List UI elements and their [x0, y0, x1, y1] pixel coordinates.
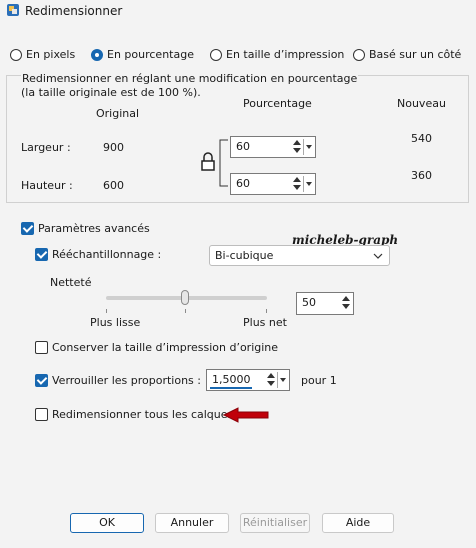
dropdown-arrow-icon[interactable] — [303, 176, 314, 192]
keep-print-size-label: Conserver la taille d’impression d’origi… — [52, 341, 279, 354]
advanced-label: Paramètres avancés — [38, 222, 150, 235]
ratio-suffix: pour 1 — [301, 374, 337, 387]
height-percent-value[interactable]: 60 — [236, 177, 250, 190]
slider-max-label: Plus net — [243, 316, 287, 329]
radio-label: En taille d’impression — [226, 48, 345, 61]
lock-icon[interactable] — [200, 134, 230, 192]
width-label: Largeur : — [21, 141, 71, 154]
ratio-value[interactable]: 1,5000 — [212, 373, 251, 386]
resample-label: Rééchantillonnage : — [52, 248, 162, 261]
group-description-line2: (la taille originale est de 100 %). — [21, 86, 201, 99]
lock-ratio-checkbox[interactable] — [35, 374, 48, 387]
chevron-down-icon[interactable] — [373, 252, 383, 260]
slider-tick — [266, 309, 267, 313]
window-title: Redimensionner — [25, 4, 123, 18]
resample-value: Bi-cubique — [215, 249, 274, 262]
radio-button[interactable] — [210, 49, 222, 61]
red-arrow-icon — [222, 407, 269, 423]
title-bar: Redimensionner — [0, 0, 476, 26]
spin-arrows-icon[interactable] — [266, 371, 276, 389]
header-new: Nouveau — [397, 97, 446, 110]
radio-button-selected[interactable] — [91, 49, 103, 61]
slider-tick — [106, 309, 107, 313]
height-original: 600 — [103, 179, 124, 192]
spin-arrows-icon[interactable] — [292, 175, 302, 193]
header-original: Original — [96, 107, 140, 120]
resample-checkbox[interactable] — [35, 248, 48, 261]
sharpness-value[interactable]: 50 — [302, 296, 316, 309]
advanced-checkbox[interactable] — [21, 222, 34, 235]
resample-select[interactable]: Bi-cubique — [209, 245, 390, 266]
radio-label: Basé sur un côté — [369, 48, 462, 61]
height-percent-spinbox[interactable]: 60 — [230, 173, 316, 195]
height-label: Hauteur : — [21, 179, 73, 192]
sharpness-spinbox[interactable]: 50 — [296, 292, 354, 315]
help-button[interactable]: Aide — [322, 513, 394, 533]
radio-button[interactable] — [10, 49, 22, 61]
cancel-button[interactable]: Annuler — [155, 513, 229, 533]
dropdown-arrow-icon[interactable] — [303, 139, 314, 155]
width-new: 540 — [411, 132, 432, 145]
focus-underline — [210, 387, 252, 389]
slider-tick — [185, 309, 186, 313]
slider-min-label: Plus lisse — [90, 316, 141, 329]
ok-button[interactable]: OK — [70, 513, 144, 533]
group-description-line1: Redimensionner en réglant une modificati… — [21, 72, 359, 85]
dropdown-arrow-icon[interactable] — [277, 372, 288, 388]
keep-print-size-checkbox[interactable] — [35, 341, 48, 354]
height-new: 360 — [411, 169, 432, 182]
radio-label: En pixels — [26, 48, 76, 61]
reset-button: Réinitialiser — [240, 513, 310, 533]
radio-button[interactable] — [353, 49, 365, 61]
ratio-spinbox[interactable]: 1,5000 — [206, 369, 290, 391]
width-original: 900 — [103, 141, 124, 154]
sharpness-slider-thumb[interactable] — [181, 290, 189, 305]
lock-ratio-label: Verrouiller les proportions : — [52, 374, 201, 387]
spin-arrows-icon[interactable] — [341, 294, 351, 312]
width-percent-spinbox[interactable]: 60 — [230, 136, 316, 158]
width-percent-value[interactable]: 60 — [236, 140, 250, 153]
resize-layers-checkbox[interactable] — [35, 408, 48, 421]
spin-arrows-icon[interactable] — [292, 138, 302, 156]
resize-layers-label: Redimensionner tous les calques — [52, 408, 234, 421]
radio-label: En pourcentage — [107, 48, 194, 61]
header-percentage: Pourcentage — [243, 97, 312, 110]
sharpness-label: Netteté — [50, 276, 92, 289]
app-icon — [7, 4, 19, 16]
